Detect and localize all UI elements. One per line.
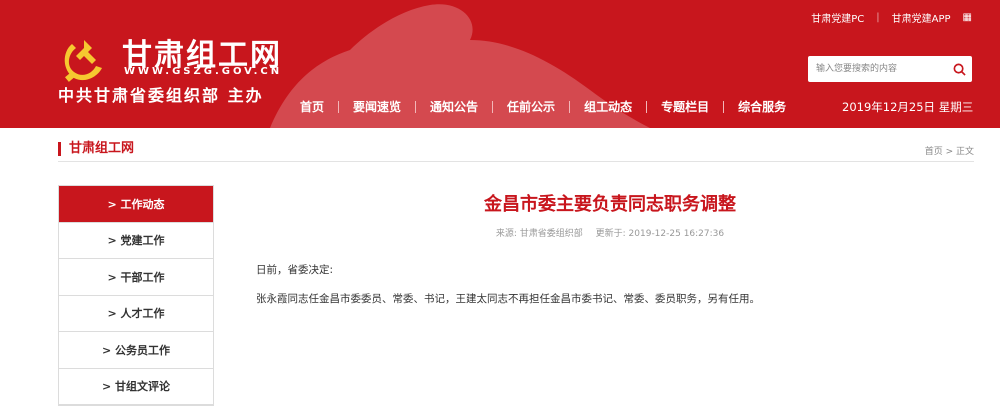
nav-home[interactable]: 首页	[286, 98, 338, 115]
article-title: 金昌市委主要负责同志职务调整	[484, 194, 736, 215]
nav-news[interactable]: 要闻速览	[339, 98, 415, 115]
search-box	[808, 56, 972, 82]
organizer-name: 中共甘肃省委组织部 主办	[58, 86, 264, 105]
site-header: 甘肃组工网 WWW.GSZG.GOV.CN 中共甘肃省委组织部 主办 甘肃党建P…	[0, 0, 1000, 128]
breadcrumb[interactable]: 首页 > 正文	[925, 144, 974, 157]
sidebar-item-commentary[interactable]: > 甘组文评论	[59, 368, 213, 405]
grid-menu-icon[interactable]: ▦	[963, 12, 972, 23]
article-paragraph: 张永霞同志任金昌市委委员、常委、书记，王建太同志不再担任金昌市委书记、常委、委员…	[256, 293, 760, 305]
nav-pre-appointment[interactable]: 任前公示	[493, 98, 569, 115]
party-emblem-icon	[64, 40, 102, 82]
top-link-divider: |	[876, 12, 880, 23]
article-paragraph: 日前，省委决定:	[256, 264, 334, 276]
sidebar-item-civil-servant[interactable]: > 公务员工作	[59, 332, 213, 369]
article-updated: 更新于: 2019-12-25 16:27:36	[595, 229, 725, 239]
article-meta: 来源: 甘肃省委组织部 更新于: 2019-12-25 16:27:36	[230, 226, 990, 239]
search-input[interactable]	[808, 56, 946, 82]
article-source: 来源: 甘肃省委组织部	[495, 229, 583, 239]
top-link-app[interactable]: 甘肃党建APP	[892, 10, 951, 25]
section-header: 甘肃组工网 首页 > 正文	[58, 140, 974, 162]
nav-topics[interactable]: 专题栏目	[647, 98, 723, 115]
top-links: 甘肃党建PC | 甘肃党建APP ▦	[811, 10, 972, 25]
sidebar-menu: > 工作动态 > 党建工作 > 干部工作 > 人才工作 > 公务员工作 > 甘组…	[58, 185, 214, 406]
sidebar-item-cadre-work[interactable]: > 干部工作	[59, 259, 213, 296]
nav-notices[interactable]: 通知公告	[416, 98, 492, 115]
nav-services[interactable]: 综合服务	[724, 98, 800, 115]
sidebar-item-party-building[interactable]: > 党建工作	[59, 222, 213, 259]
sidebar-item-work-news[interactable]: > 工作动态	[59, 186, 213, 223]
site-domain: WWW.GSZG.GOV.CN	[124, 66, 283, 77]
current-date: 2019年12月25日 星期三	[842, 100, 974, 114]
sidebar-item-talent-work[interactable]: > 人才工作	[59, 295, 213, 332]
section-title: 甘肃组工网	[58, 142, 134, 156]
top-link-pc[interactable]: 甘肃党建PC	[811, 10, 864, 25]
nav-work-news[interactable]: 组工动态	[570, 98, 646, 115]
main-nav: 首页 要闻速览 通知公告 任前公示 组工动态 专题栏目 综合服务	[286, 98, 800, 115]
search-icon[interactable]	[946, 56, 972, 82]
